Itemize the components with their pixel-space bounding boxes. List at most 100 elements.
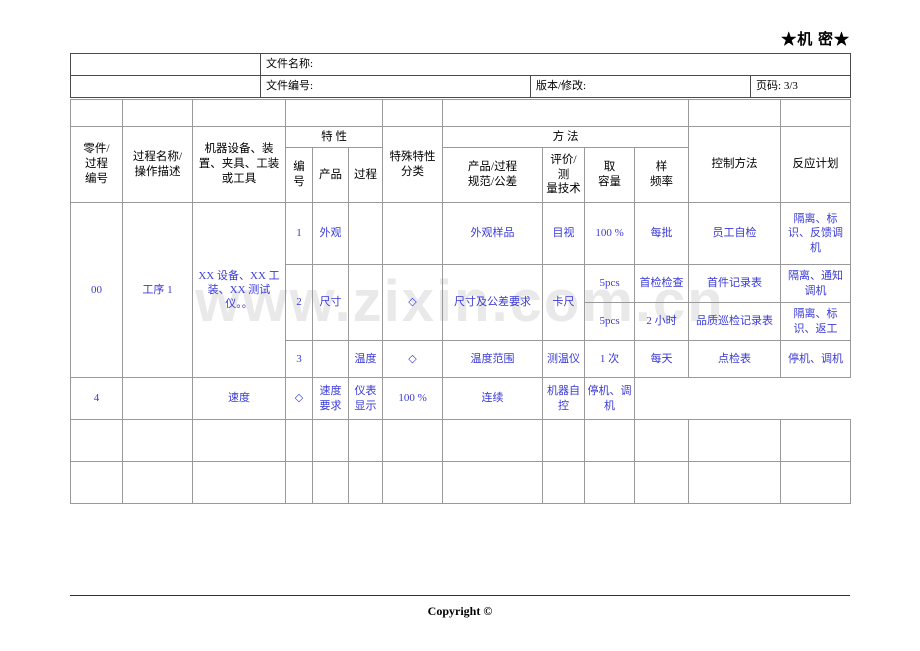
strip-cell-reaction	[780, 99, 852, 127]
cell-eval-technique: 仪表显示	[347, 377, 384, 420]
confidential-mark: ★机 密★	[781, 32, 850, 48]
cell-empty[interactable]	[584, 461, 636, 504]
cell-empty[interactable]	[192, 419, 286, 462]
col-header-reaction-plan: 反应计划	[780, 126, 852, 203]
cell-empty[interactable]	[688, 461, 782, 504]
cell-sample-freq: 连续	[442, 377, 544, 420]
cell-char-no: 1	[285, 202, 313, 265]
cell-spec-tolerance: 温度范围	[442, 340, 544, 378]
table-row-empty	[70, 461, 852, 504]
cell-part-process-no: 00	[70, 202, 123, 378]
cell-empty[interactable]	[542, 419, 586, 462]
table-row: 00 工序 1 XX 设备、XX 工装、XX 测试仪。。 1 外观 外观样品 目…	[70, 202, 852, 378]
cell-empty[interactable]	[542, 461, 586, 504]
cell-empty[interactable]	[70, 419, 123, 462]
cell-char-process: 温度	[347, 340, 384, 378]
footer-divider	[70, 595, 850, 596]
group-header-method: 方 法	[442, 126, 690, 148]
header-strip-row	[70, 99, 852, 127]
cell-eval-technique: 卡尺	[542, 264, 586, 341]
cell-empty[interactable]	[442, 419, 544, 462]
cell-empty[interactable]	[122, 461, 193, 504]
cell-sample-freq: 每批	[634, 202, 690, 265]
cell-control-method: 员工自检	[688, 202, 782, 265]
cell-char-product	[312, 340, 349, 378]
doc-name-cell[interactable]: 文件名称:	[260, 53, 851, 76]
cell-control-method: 品质巡检记录表	[688, 302, 782, 341]
strip-cell-method	[442, 99, 690, 127]
cell-empty[interactable]	[285, 461, 313, 504]
col-header-spec-tolerance: 产品/过程 规范/公差	[442, 147, 544, 203]
cell-sample-freq: 2 小时	[634, 302, 690, 341]
col-header-sample-size: 取容量	[584, 147, 636, 203]
col-header-control-method: 控制方法	[688, 126, 782, 203]
doc-header-blank-cell-2	[70, 75, 261, 98]
col-header-equipment: 机器设备、装置、夹具、工装或工具	[192, 126, 286, 203]
cell-reaction-plan: 隔离、标识、反馈调机	[780, 202, 852, 265]
cell-empty[interactable]	[634, 461, 690, 504]
cell-empty[interactable]	[285, 419, 313, 462]
cell-special-class: ◇	[382, 264, 444, 341]
cell-empty[interactable]	[70, 461, 123, 504]
cell-empty[interactable]	[442, 461, 544, 504]
cell-char-product: 外观	[312, 202, 349, 265]
doc-page-cell: 页码: 3/3	[750, 75, 851, 98]
cell-sample-size: 100 %	[584, 202, 636, 265]
cell-sample-size: 1 次	[584, 340, 636, 378]
cell-empty[interactable]	[634, 419, 690, 462]
table-row: 4 速度 ◇ 速度要求 仪表显示 100 % 连续 机器自控 停机、调机	[70, 377, 851, 420]
cell-empty[interactable]	[312, 461, 349, 504]
cell-empty[interactable]	[584, 419, 636, 462]
strip-cell-characteristic	[284, 99, 384, 127]
cell-char-process	[347, 264, 384, 341]
cell-spec-tolerance: 速度要求	[312, 377, 349, 420]
group-header-characteristic: 特 性	[284, 126, 384, 148]
cell-sample-freq: 每天	[634, 340, 690, 378]
col-header-sample-freq: 样频率	[634, 147, 690, 203]
cell-char-process: 速度	[192, 377, 286, 420]
cell-empty[interactable]	[780, 419, 852, 462]
strip-cell-1	[70, 99, 123, 127]
cell-special-class: ◇	[382, 340, 444, 378]
cell-empty[interactable]	[688, 419, 782, 462]
document-header-table: 文件名称: 文件编号: 版本/修改: 页码: 3/3	[70, 53, 851, 98]
cell-empty[interactable]	[192, 461, 286, 504]
doc-number-cell[interactable]: 文件编号:	[260, 75, 531, 98]
col-header-char-product: 产品	[312, 147, 349, 203]
cell-empty[interactable]	[382, 461, 444, 504]
doc-header-row-number: 文件编号: 版本/修改: 页码: 3/3	[70, 75, 851, 98]
cell-empty[interactable]	[312, 419, 349, 462]
cell-eval-technique: 目视	[542, 202, 586, 265]
cell-control-method: 点检表	[688, 340, 782, 378]
col-header-process-name: 过程名称/操作描述	[122, 126, 193, 203]
cell-reaction-plan: 隔离、通知调机	[780, 264, 852, 303]
strip-cell-3	[192, 99, 286, 127]
table-row-empty	[70, 419, 852, 462]
cell-empty[interactable]	[780, 461, 852, 504]
strip-cell-control	[688, 99, 782, 127]
cell-empty[interactable]	[347, 461, 384, 504]
cell-empty[interactable]	[122, 419, 193, 462]
cell-process-name: 工序 1	[122, 202, 193, 378]
cell-special-class	[382, 202, 444, 265]
strip-cell-special	[382, 99, 444, 127]
col-header-eval-technique: 评价/测 量技术	[542, 147, 586, 203]
cell-control-method: 首件记录表	[688, 264, 782, 303]
cell-sample-size: 100 %	[382, 377, 444, 420]
cell-sample-size: 5pcs	[584, 264, 636, 303]
cell-sample-freq: 首检检查	[634, 264, 690, 303]
cell-char-no: 4	[70, 377, 123, 420]
control-plan-table: 零件/过程 编号 过程名称/操作描述 机器设备、装置、夹具、工装或工具 特 性 特…	[70, 99, 852, 504]
cell-empty[interactable]	[347, 419, 384, 462]
cell-eval-technique: 测温仪	[542, 340, 586, 378]
cell-sample-size: 5pcs	[584, 302, 636, 341]
cell-empty[interactable]	[382, 419, 444, 462]
page-value: 3/3	[783, 80, 798, 93]
cell-spec-tolerance: 尺寸及公差要求	[442, 264, 544, 341]
doc-version-cell[interactable]: 版本/修改:	[530, 75, 751, 98]
cell-special-class: ◇	[285, 377, 313, 420]
cell-reaction-plan: 停机、调机	[780, 340, 852, 378]
cell-char-process	[347, 202, 384, 265]
col-header-special-class: 特殊特性分类	[382, 126, 444, 203]
col-header-char-process: 过程	[347, 147, 384, 203]
